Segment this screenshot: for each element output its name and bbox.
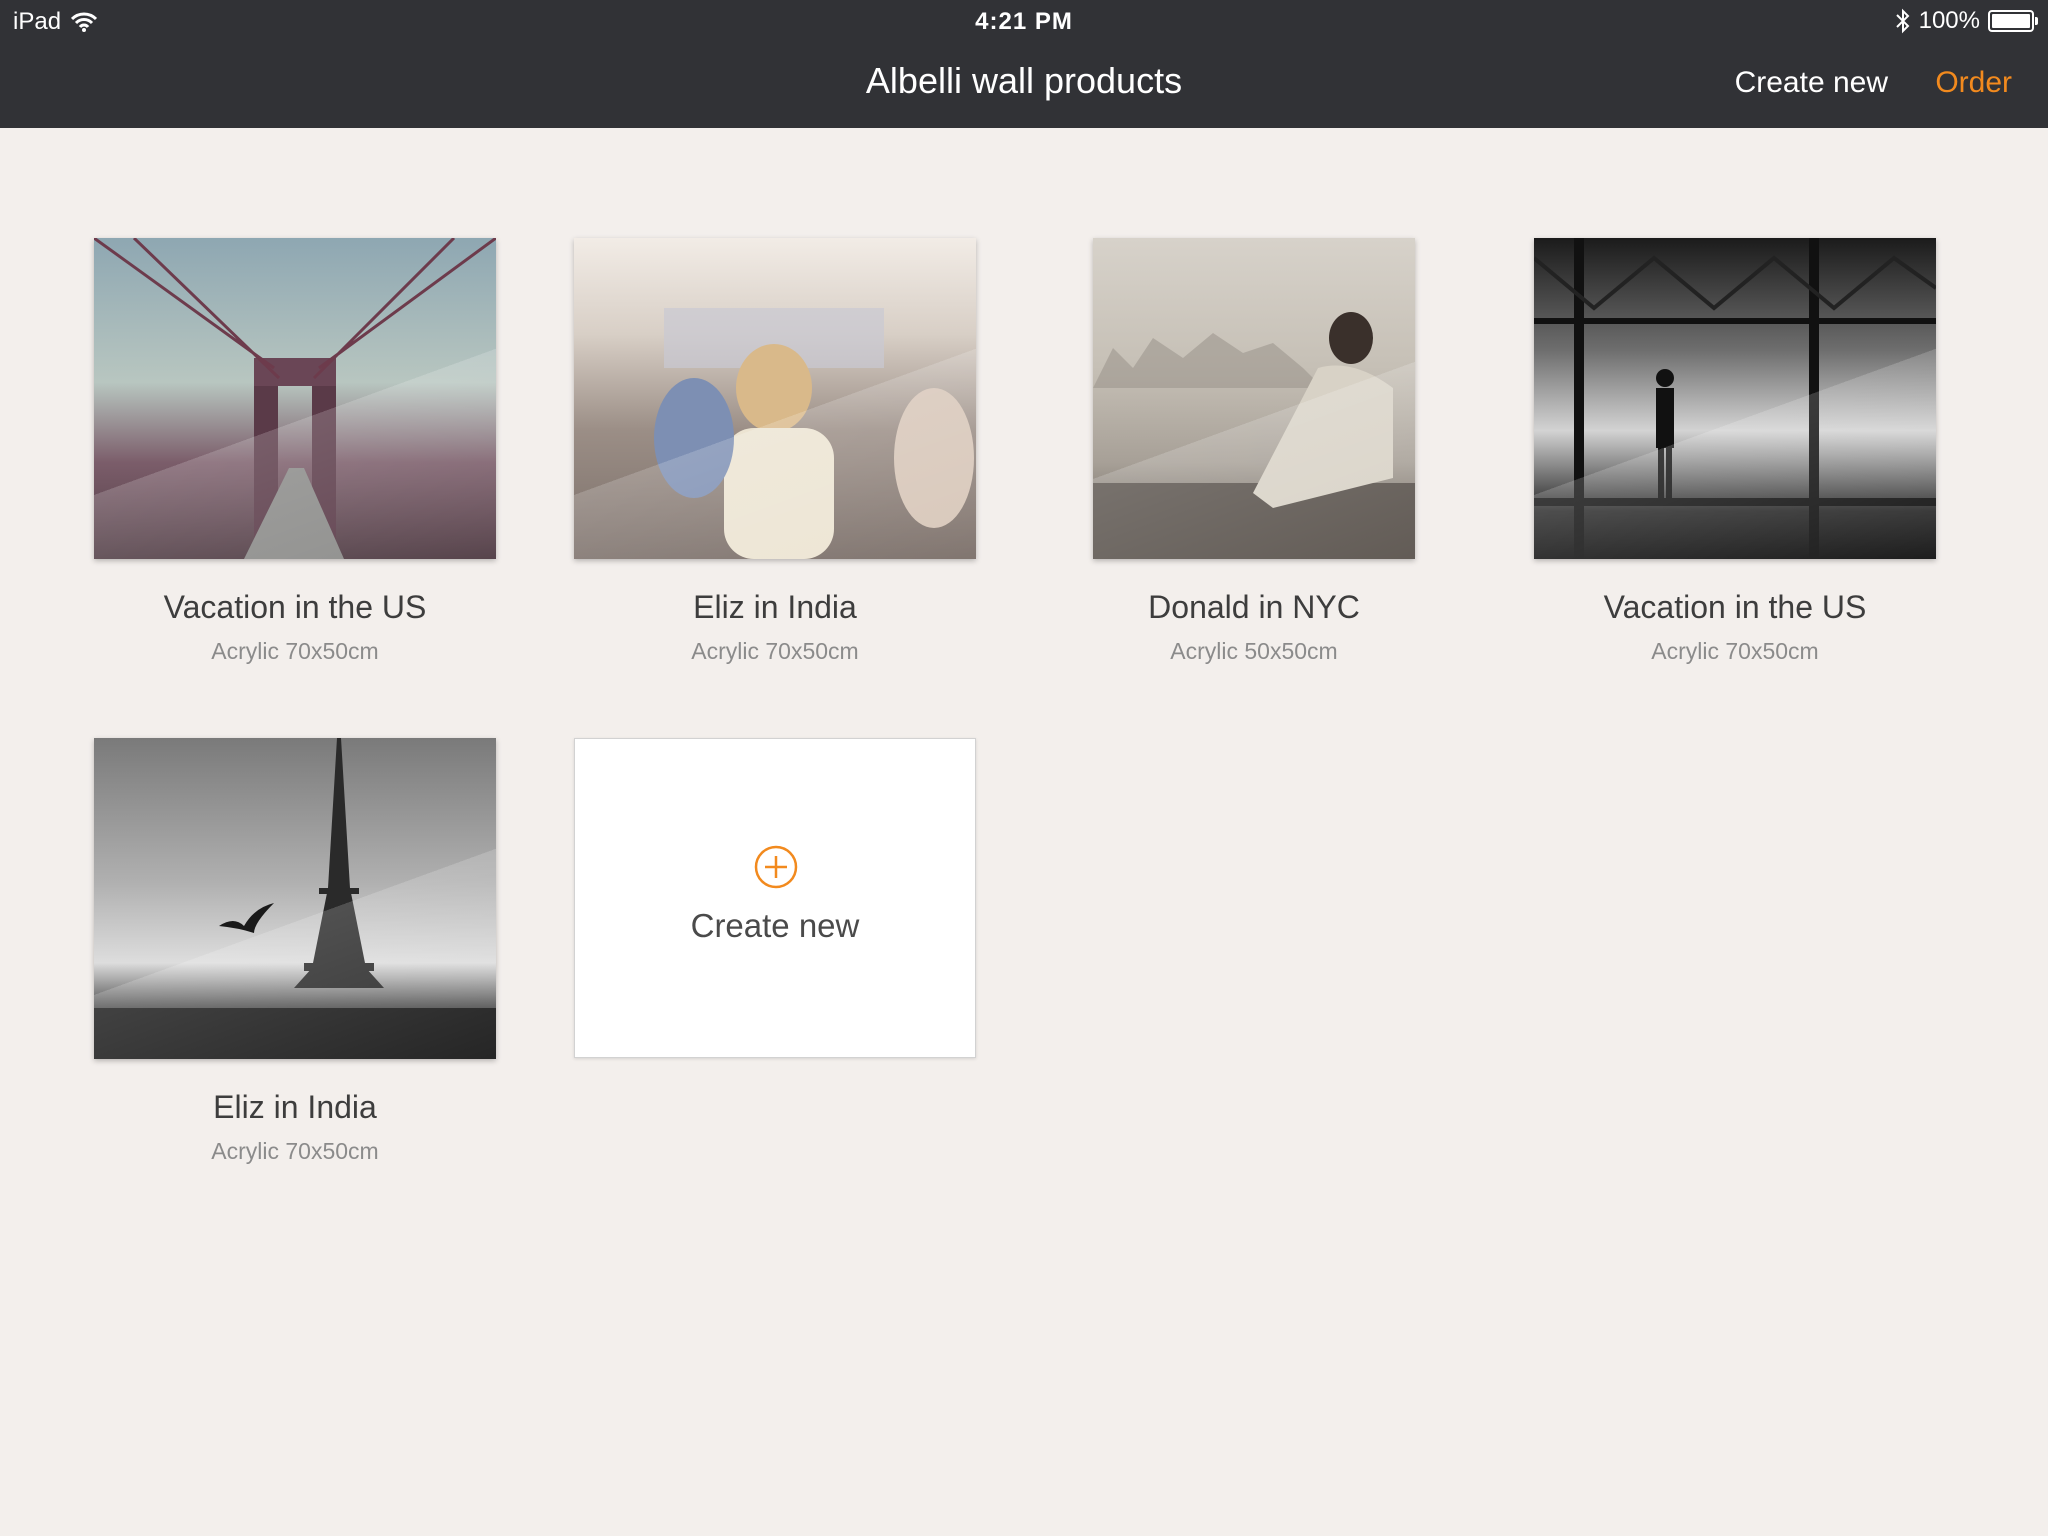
- create-new-card[interactable]: Create new: [574, 738, 976, 1058]
- product-subtitle: Acrylic 70x50cm: [211, 638, 379, 664]
- product-card[interactable]: Vacation in the US Acrylic 70x50cm: [1534, 238, 1936, 665]
- product-title: Eliz in India: [213, 1089, 377, 1125]
- street-scooters-photo: [574, 238, 976, 559]
- brooklyn-bridge-photo: [94, 238, 496, 559]
- product-card[interactable]: Donald in NYC Acrylic 50x50cm: [1093, 238, 1415, 665]
- eiffel-tower-photo: [94, 738, 496, 1059]
- create-new-button[interactable]: Create new: [1735, 66, 1888, 100]
- battery-icon: [1988, 10, 2038, 32]
- product-title: Vacation in the US: [163, 589, 427, 625]
- product-subtitle: Acrylic 50x50cm: [1170, 638, 1338, 664]
- carrier-label: iPad: [13, 8, 62, 35]
- product-title: Donald in NYC: [1148, 589, 1360, 625]
- hangar-silhouette-photo: [1534, 238, 1936, 559]
- nav-bar: Albelli wall products Create new Order: [0, 40, 2048, 128]
- product-subtitle: Acrylic 70x50cm: [1651, 638, 1819, 664]
- product-subtitle: Acrylic 70x50cm: [691, 638, 859, 664]
- create-new-label: Create new: [690, 907, 860, 944]
- order-button[interactable]: Order: [1935, 66, 2012, 100]
- product-card[interactable]: Eliz in India Acrylic 70x50cm: [94, 738, 496, 1165]
- wifi-icon: [71, 12, 98, 32]
- man-by-river-photo: [1093, 238, 1415, 559]
- status-bar: iPad 4:21 PM 100%: [0, 0, 2048, 40]
- plus-circle-icon: [754, 845, 798, 889]
- product-subtitle: Acrylic 70x50cm: [211, 1138, 379, 1164]
- product-card[interactable]: Eliz in India Acrylic 70x50cm: [574, 238, 976, 665]
- battery-percent: 100%: [1918, 7, 1980, 34]
- status-time: 4:21 PM: [975, 8, 1073, 35]
- product-grid: Vacation in the US Acrylic 70x50cm Eliz …: [0, 128, 2048, 1536]
- product-title: Vacation in the US: [1603, 589, 1867, 625]
- top-bar: iPad 4:21 PM 100% Albelli wall products …: [0, 0, 2048, 128]
- bluetooth-icon: [1895, 8, 1910, 34]
- product-card[interactable]: Vacation in the US Acrylic 70x50cm: [94, 238, 496, 665]
- product-title: Eliz in India: [693, 589, 857, 625]
